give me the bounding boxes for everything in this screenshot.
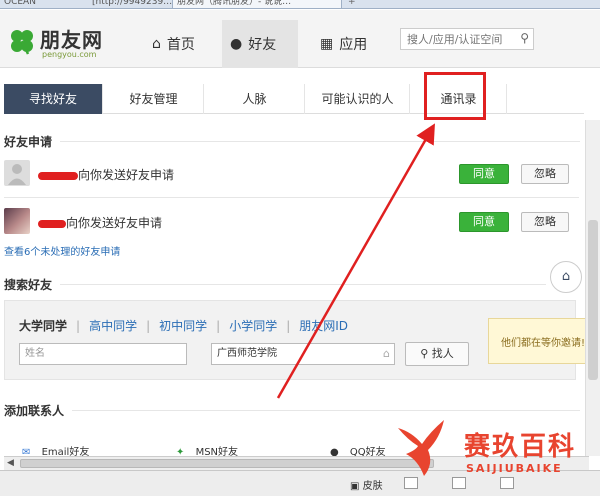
whale-tail-logo-icon bbox=[398, 420, 444, 476]
tab-find-friends[interactable]: 寻找好友 bbox=[4, 84, 103, 114]
request-line: 向你发送好友申请 bbox=[38, 214, 162, 231]
school-picker-icon[interactable]: ⌂ bbox=[383, 344, 390, 364]
vertical-scrollbar[interactable] bbox=[585, 120, 600, 456]
browser-tab[interactable]: OCEAN bbox=[0, 0, 88, 8]
watermark-cn: 赛玖百科 bbox=[464, 432, 577, 462]
browser-tab-strip: OCEAN [http://9949239… 朋友网（腾讯朋友）- 说说… + bbox=[0, 0, 600, 9]
back-to-top-button[interactable]: ⌂ bbox=[550, 261, 582, 293]
divider bbox=[4, 197, 579, 198]
person-icon: ● bbox=[230, 36, 243, 52]
divider bbox=[60, 141, 580, 142]
tab-university[interactable]: 大学同学 bbox=[19, 317, 67, 334]
accept-button[interactable]: 同意 bbox=[459, 212, 509, 232]
skin-label: 皮肤 bbox=[362, 481, 383, 492]
nav-home-label: 首页 bbox=[166, 37, 195, 53]
nav-friends[interactable]: ● 好友 bbox=[222, 20, 298, 68]
tab-middle-school[interactable]: 初中同学 bbox=[159, 317, 207, 334]
divider bbox=[72, 410, 580, 411]
watermark: 赛玖百科 SAIJIUBAIKE bbox=[394, 412, 598, 482]
home-icon: ⌂ bbox=[561, 269, 571, 284]
tab-primary-school[interactable]: 小学同学 bbox=[229, 317, 277, 334]
waiting-invite-notice[interactable]: 他们都在等你邀请! bbox=[488, 318, 588, 364]
clover-logo-icon[interactable] bbox=[8, 27, 36, 55]
browser-tab-active[interactable]: 朋友网（腾讯朋友）- 说说… bbox=[172, 0, 342, 8]
nav-apps[interactable]: ▦ 应用 bbox=[312, 20, 388, 68]
scroll-thumb[interactable] bbox=[20, 459, 434, 468]
logo-subtitle: pengyou.com bbox=[42, 50, 97, 59]
site-search: ⚲ bbox=[400, 28, 534, 50]
tab-connections[interactable]: 人脉 bbox=[205, 84, 305, 114]
divider bbox=[60, 284, 546, 285]
tab-pengyou-id[interactable]: 朋友网ID bbox=[299, 317, 348, 334]
logo-text[interactable]: 朋友网 bbox=[40, 24, 103, 53]
nav-home[interactable]: ⌂ 首页 bbox=[144, 20, 222, 68]
add-contacts-title: 添加联系人 bbox=[4, 404, 65, 418]
watermark-en: SAIJIUBAIKE bbox=[466, 462, 563, 475]
tab-people-you-may-know[interactable]: 可能认识的人 bbox=[306, 84, 410, 114]
tab-friend-management[interactable]: 好友管理 bbox=[104, 84, 204, 114]
friends-subtabs: 寻找好友 好友管理 人脉 可能认识的人 通讯录 bbox=[4, 84, 584, 114]
skin-button[interactable]: ▣ 皮肤 bbox=[350, 477, 383, 492]
apps-grid-icon: ▦ bbox=[320, 36, 334, 52]
name-input[interactable]: 姓名 bbox=[19, 343, 187, 365]
ignore-button[interactable]: 忽略 bbox=[521, 164, 569, 184]
find-people-button[interactable]: ⚲ 找人 bbox=[405, 342, 469, 366]
default-avatar-icon bbox=[8, 164, 26, 185]
avatar[interactable] bbox=[4, 208, 30, 234]
ignore-button[interactable]: 忽略 bbox=[521, 212, 569, 232]
accept-button[interactable]: 同意 bbox=[459, 164, 509, 184]
search-icon[interactable]: ⚲ bbox=[520, 31, 529, 45]
request-text: 向你发送好友申请 bbox=[66, 216, 163, 230]
redacted-name bbox=[38, 219, 66, 228]
redacted-name bbox=[38, 171, 78, 180]
friend-requests-title: 好友申请 bbox=[4, 135, 53, 149]
scroll-thumb[interactable] bbox=[588, 220, 598, 380]
nav-apps-label: 应用 bbox=[339, 37, 368, 53]
browser-tab[interactable]: [http://9949239… bbox=[88, 0, 172, 8]
highlight-box bbox=[424, 72, 486, 120]
request-line: 向你发送好友申请 bbox=[38, 166, 174, 183]
scroll-left-icon[interactable]: ◀ bbox=[7, 457, 14, 470]
search-input[interactable] bbox=[401, 29, 511, 49]
school-tabs: 大学同学 | 高中同学 | 初中同学 | 小学同学 | 朋友网ID bbox=[19, 317, 349, 334]
find-people-label: 找人 bbox=[431, 347, 454, 360]
new-tab-button[interactable]: + bbox=[344, 0, 358, 8]
tab-high-school[interactable]: 高中同学 bbox=[89, 317, 137, 334]
school-value: 广西师范学院 bbox=[217, 348, 277, 359]
request-text: 向你发送好友申请 bbox=[78, 168, 175, 182]
skin-icon: ▣ bbox=[350, 481, 360, 492]
home-icon: ⌂ bbox=[152, 36, 161, 52]
search-icon: ⚲ bbox=[420, 347, 429, 360]
avatar[interactable] bbox=[4, 160, 30, 186]
search-friends-title: 搜索好友 bbox=[4, 278, 53, 292]
pending-requests-link[interactable]: 查看6个未处理的好友申请 bbox=[4, 243, 120, 258]
nav-friends-label: 好友 bbox=[248, 37, 277, 53]
site-header: 朋友网 pengyou.com ⌂ 首页 ● 好友 ▦ 应用 ⚲ bbox=[0, 10, 600, 68]
school-input[interactable]: 广西师范学院 ⌂ bbox=[211, 343, 395, 365]
